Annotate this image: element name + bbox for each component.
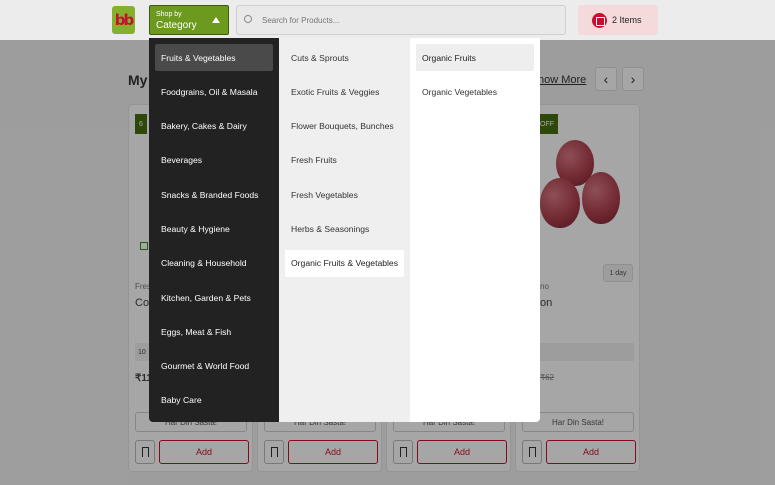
subcategory-cuts-sprouts[interactable]: Cuts & Sprouts [285, 44, 404, 71]
subcategory-flowers[interactable]: Flower Bouquets, Bunches [285, 113, 404, 140]
search-icon [244, 15, 252, 23]
subcategory-column: Cuts & Sprouts Exotic Fruits & Veggies F… [279, 38, 410, 422]
category-kitchen[interactable]: Kitchen, Garden & Pets [155, 284, 273, 311]
caret-up-icon [212, 17, 220, 23]
item-organic-fruits[interactable]: Organic Fruits [416, 44, 534, 71]
category-baby-care[interactable]: Baby Care [155, 387, 273, 414]
category-column: Fruits & Vegetables Foodgrains, Oil & Ma… [149, 38, 279, 422]
category-foodgrains[interactable]: Foodgrains, Oil & Masala [155, 78, 273, 105]
subcategory-organic[interactable]: Organic Fruits & Vegetables [285, 249, 404, 277]
category-beauty[interactable]: Beauty & Hygiene [155, 215, 273, 242]
category-mega-menu: Fruits & Vegetables Foodgrains, Oil & Ma… [149, 38, 540, 422]
bigbasket-logo[interactable]: bb [112, 6, 135, 34]
category-fruits-vegetables[interactable]: Fruits & Vegetables [155, 44, 273, 71]
subcategory-herbs[interactable]: Herbs & Seasonings [285, 215, 404, 242]
logo-text: bb [114, 11, 135, 29]
basket-icon [592, 12, 607, 28]
category-cleaning[interactable]: Cleaning & Household [155, 250, 273, 277]
category-snacks[interactable]: Snacks & Branded Foods [155, 181, 273, 208]
header-top: bb Shop by Category 2 Items [0, 0, 775, 40]
item-organic-vegetables[interactable]: Organic Vegetables [416, 78, 534, 105]
category-beverages[interactable]: Beverages [155, 147, 273, 174]
subcategory-fresh-fruits[interactable]: Fresh Fruits [285, 147, 404, 174]
category-gourmet[interactable]: Gourmet & World Food [155, 353, 273, 380]
basket-count: 2 Items [612, 15, 642, 25]
category-eggs-meat[interactable]: Eggs, Meat & Fish [155, 318, 273, 345]
shop-by-category-button[interactable]: Shop by Category [149, 5, 229, 35]
subcategory-fresh-vegetables[interactable]: Fresh Vegetables [285, 181, 404, 208]
category-bakery[interactable]: Bakery, Cakes & Dairy [155, 113, 273, 140]
search-input[interactable] [236, 5, 566, 35]
item-column: Organic Fruits Organic Vegetables [410, 38, 540, 422]
subcategory-exotic[interactable]: Exotic Fruits & Veggies [285, 78, 404, 105]
basket-button[interactable]: 2 Items [578, 5, 658, 35]
